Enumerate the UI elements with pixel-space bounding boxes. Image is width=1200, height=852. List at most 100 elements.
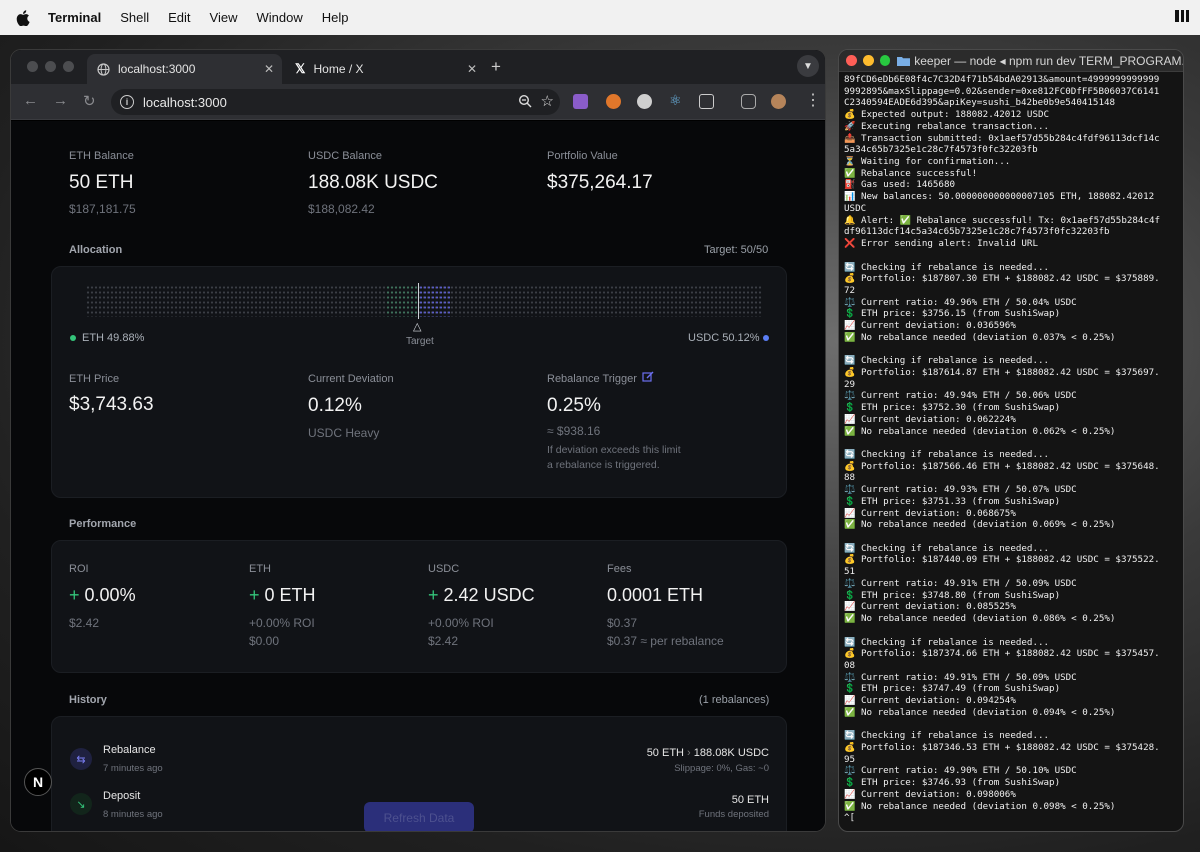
edit-icon[interactable] (642, 371, 654, 383)
terminal-line: 🚀 Executing rebalance transaction... (844, 120, 1050, 132)
menu-app-name[interactable]: Terminal (48, 10, 101, 25)
terminal-line: 89fCD6eDb6E08f4c7C32D4f71b54bdA02913&amo… (844, 74, 1160, 85)
zoom-icon[interactable] (518, 94, 532, 108)
extension-icon-3[interactable] (637, 94, 652, 109)
tab-x[interactable]: 𝕏 Home / X ✕ (285, 54, 485, 84)
eth-perf-label: ETH (249, 563, 271, 575)
zoom-window-button[interactable] (879, 55, 891, 66)
close-tab-icon[interactable]: ✕ (467, 62, 477, 76)
terminal-line: ✅ No rebalance needed (deviation 0.098% … (844, 800, 1116, 812)
roi-value: + 0.00% (69, 585, 136, 606)
eth-legend-dot (70, 335, 76, 341)
extension-icon-6[interactable] (741, 94, 756, 109)
terminal-line: ✅ No rebalance needed (deviation 0.037% … (844, 331, 1116, 343)
terminal-line: 📈 Current deviation: 0.062224% (844, 413, 1016, 425)
tab-search-chevron-icon[interactable]: ▼ (797, 55, 819, 77)
history-title: History (69, 694, 107, 706)
profile-avatar[interactable] (771, 94, 786, 109)
menu-help[interactable]: Help (322, 10, 349, 25)
history-item-time: 8 minutes ago (103, 809, 163, 820)
terminal-line: 💰 Portfolio: $187614.87 ETH + $188082.42… (844, 366, 1160, 378)
terminal-line: ✅ No rebalance needed (deviation 0.069% … (844, 519, 1116, 531)
metamask-icon[interactable] (606, 94, 621, 109)
roi-number: 0.00% (84, 585, 136, 605)
close-window-button[interactable] (27, 61, 38, 72)
eth-perf-roi: +0.00% ROI (249, 616, 315, 630)
reload-icon[interactable]: ↻ (83, 92, 96, 110)
plus-sign: + (428, 585, 439, 605)
zoom-window-button[interactable] (63, 61, 74, 72)
plus-sign: + (69, 585, 80, 605)
terminal-line: ✅ No rebalance needed (deviation 0.062% … (844, 425, 1116, 437)
back-arrow-icon[interactable]: ← (23, 92, 38, 109)
terminal-line: 95 (844, 753, 856, 765)
performance-title: Performance (69, 518, 137, 530)
swap-arrows-icon: ⇆ (70, 748, 92, 770)
terminal-line: ⚖️ Current ratio: 49.94% ETH / 50.06% US… (844, 390, 1077, 402)
address-bar[interactable]: i localhost:3000 ☆ (111, 89, 560, 115)
terminal-line: ⚖️ Current ratio: 49.91% ETH / 50.09% US… (844, 671, 1077, 683)
terminal-line: 29 (844, 378, 856, 390)
menu-bar: Terminal Shell Edit View Window Help (0, 0, 1200, 35)
usdc-perf-roi: +0.00% ROI (428, 616, 494, 630)
minimize-window-button[interactable] (45, 61, 56, 72)
new-tab-icon[interactable]: + (491, 57, 501, 77)
extensions-puzzle-icon[interactable] (699, 94, 714, 109)
terminal-line: 🔄 Checking if rebalance is needed... (844, 542, 1050, 554)
plus-sign: + (249, 585, 260, 605)
terminal-line: 💲 ETH price: $3746.93 (from SushiSwap) (844, 777, 1061, 789)
menu-shell[interactable]: Shell (120, 10, 149, 25)
terminal-title: keeper — node ◂ npm run dev TERM_PROGRAM… (914, 53, 1184, 68)
terminal-line: ✅ Rebalance successful! (844, 167, 978, 179)
terminal-window: keeper — node ◂ npm run dev TERM_PROGRAM… (838, 49, 1184, 832)
rebalance-trigger-value: 0.25% (547, 395, 601, 416)
react-devtools-icon[interactable]: ⚛ (669, 92, 684, 108)
terminal-line: ✅ No rebalance needed (deviation 0.094% … (844, 706, 1116, 718)
terminal-line: 🔄 Checking if rebalance is needed... (844, 355, 1050, 367)
deviation-direction: USDC Heavy (308, 426, 380, 440)
tab-title: localhost:3000 (118, 62, 196, 76)
rebalance-trigger-label: Rebalance Trigger (547, 373, 637, 385)
tab-title: Home / X (313, 62, 364, 76)
extension-icon-1[interactable] (573, 94, 588, 109)
history-item-detail: Slippage: 0%, Gas: ~0 (674, 763, 769, 774)
terminal-output[interactable]: 89fCD6eDb6E08f4c7C32D4f71b54bdA02913&amo… (844, 74, 1183, 824)
terminal-line: 💰 Portfolio: $187374.66 ETH + $188082.42… (844, 648, 1160, 660)
menu-view[interactable]: View (210, 10, 238, 25)
menu-window[interactable]: Window (257, 10, 303, 25)
fees-usd: $0.37 (607, 616, 638, 630)
close-window-button[interactable] (846, 55, 857, 66)
terminal-line: 5a34c65b7325e1c28c7f4573f0fc32203fb (844, 144, 1038, 156)
close-tab-icon[interactable]: ✕ (264, 62, 274, 76)
allocation-target: Target: 50/50 (704, 244, 769, 256)
forward-arrow-icon[interactable]: → (53, 92, 68, 109)
terminal-line: ⚖️ Current ratio: 49.90% ETH / 50.10% US… (844, 765, 1077, 777)
usdc-perf-label: USDC (428, 563, 460, 575)
usdc-balance-usd: $188,082.42 (308, 202, 375, 216)
history-item-amount: 50 ETH (731, 794, 769, 806)
site-info-icon[interactable]: i (120, 95, 134, 109)
terminal-line: 📊 New balances: 50.000000000000007105 ET… (844, 191, 1155, 203)
eth-perf-value: + 0 ETH (249, 585, 316, 606)
terminal-line: 📈 Current deviation: 0.036596% (844, 320, 1016, 332)
tab-localhost[interactable]: localhost:3000 ✕ (87, 54, 282, 84)
menubar-status-icon[interactable] (1174, 9, 1190, 23)
browser-window: localhost:3000 ✕ 𝕏 Home / X ✕ + ▼ ← → ↻ … (10, 49, 826, 832)
bookmark-star-icon[interactable]: ☆ (541, 92, 554, 110)
url-text: localhost:3000 (143, 94, 227, 110)
apple-icon[interactable] (16, 9, 34, 27)
refresh-data-button[interactable]: Refresh Data (364, 802, 474, 831)
menu-kebab-icon[interactable]: ⋮ (805, 90, 821, 110)
terminal-line: 08 (844, 659, 856, 671)
menu-edit[interactable]: Edit (168, 10, 190, 25)
nextjs-badge-button[interactable]: N (24, 768, 52, 796)
minimize-window-button[interactable] (862, 55, 874, 66)
terminal-line: 💲 ETH price: $3752.30 (from SushiSwap) (844, 402, 1061, 414)
terminal-line: ⚖️ Current ratio: 49.93% ETH / 50.07% US… (844, 484, 1077, 496)
current-deviation-label: Current Deviation (308, 373, 394, 385)
